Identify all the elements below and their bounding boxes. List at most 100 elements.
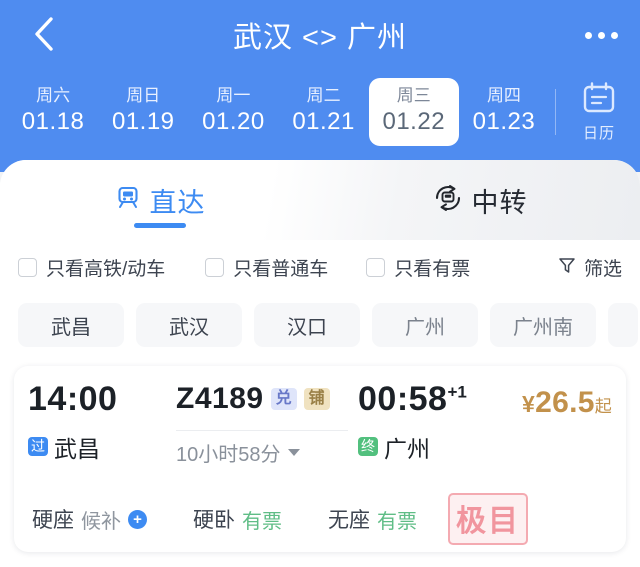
- train-icon: [115, 185, 141, 216]
- date-weekday: 周日: [126, 85, 161, 105]
- tab-direct[interactable]: 直达: [0, 160, 320, 240]
- train-result-card[interactable]: 14:00 过 武昌 Z4189 兑 铺 10小时58分 00:58+1 终 广…: [14, 366, 626, 552]
- nav-bar: 武汉 <> 广州: [0, 0, 640, 68]
- station-chip-0[interactable]: 武昌: [18, 303, 124, 347]
- seat-label: 硬座: [32, 509, 74, 532]
- duration-dropdown[interactable]: 10小时58分: [176, 430, 348, 467]
- date-value: 01.20: [202, 107, 265, 135]
- date-weekday: 周二: [306, 85, 341, 105]
- checkbox-box[interactable]: [205, 257, 225, 277]
- station-chip-2[interactable]: 汉口: [254, 303, 360, 347]
- seat-availability-row: 硬座 候补 + 硬卧 有票 无座 有票 极目: [28, 493, 612, 545]
- seat-standing[interactable]: 无座 有票: [328, 504, 417, 534]
- date-cell-1[interactable]: 周日 01.19: [98, 78, 188, 146]
- price-value: 26.5: [535, 386, 595, 419]
- arrival-time: 00:58+1: [358, 380, 508, 418]
- train-number-line: Z4189 兑 铺: [176, 382, 330, 416]
- more-horizontal-icon-dot: [598, 31, 605, 39]
- app-header: 武汉 <> 广州 周六 01.18 周日 01.19 周一 01.20 周二 0…: [0, 0, 640, 172]
- terminus-badge: 终: [358, 436, 378, 457]
- date-weekday: 周三: [396, 85, 431, 105]
- seat-label: 硬卧: [193, 509, 235, 532]
- checkbox-highspeed[interactable]: 只看高铁/动车: [18, 254, 165, 281]
- duration-text: 10小时58分: [176, 444, 281, 466]
- calendar-icon: [580, 81, 618, 120]
- date-strip: 周六 01.18 周日 01.19 周一 01.20 周二 01.21 周三 0…: [0, 66, 640, 158]
- date-cell-4-selected[interactable]: 周三 01.22: [368, 77, 459, 147]
- seat-status: 候补: [81, 510, 121, 533]
- pass-through-badge: 过: [28, 436, 48, 457]
- funnel-icon: [557, 255, 577, 280]
- plus-circle-icon[interactable]: +: [128, 509, 147, 529]
- date-list: 周六 01.18 周日 01.19 周一 01.20 周二 01.21 周三 0…: [0, 77, 549, 147]
- arrival-time-value: 00:58: [358, 380, 448, 418]
- station-chip-1[interactable]: 武汉: [136, 303, 242, 347]
- checkbox-box[interactable]: [18, 257, 37, 277]
- arrival-day-offset: +1: [447, 382, 467, 402]
- train-number: Z4189: [176, 382, 264, 415]
- filter-button[interactable]: 筛选: [557, 254, 622, 281]
- departure-station: 武昌: [54, 435, 100, 462]
- train-summary-row: 14:00 过 武昌 Z4189 兑 铺 10小时58分 00:58+1 终 广…: [28, 380, 612, 467]
- checkbox-label: 只看高铁/动车: [46, 258, 166, 280]
- date-value: 01.23: [472, 107, 536, 135]
- station-chip-4[interactable]: 广州南: [490, 303, 596, 347]
- calendar-button[interactable]: 日历: [558, 81, 640, 143]
- date-value: 01.22: [382, 107, 446, 135]
- date-cell-0[interactable]: 周六 01.18: [8, 78, 98, 146]
- date-cell-5[interactable]: 周四 01.23: [459, 78, 549, 146]
- exchange-badge: 兑: [270, 387, 297, 411]
- checkbox-available-only[interactable]: 只看有票: [366, 254, 470, 281]
- tab-transfer-label: 中转: [471, 187, 528, 218]
- trip-type-tabs: 直达 中转: [0, 160, 640, 240]
- seat-status: 有票: [377, 510, 417, 533]
- ticket-price: ¥26.5起: [522, 386, 612, 420]
- departure-station-line: 过 武昌: [28, 430, 176, 464]
- calendar-label: 日历: [582, 125, 615, 142]
- departure-time: 14:00: [28, 380, 118, 418]
- checkbox-label: 只看有票: [394, 258, 471, 280]
- price-column: ¥26.5起: [508, 382, 612, 420]
- checkbox-box[interactable]: [366, 257, 386, 277]
- tab-transfer[interactable]: 中转: [320, 160, 640, 240]
- train-info-column: Z4189 兑 铺 10小时58分: [176, 382, 358, 467]
- price-suffix: 起: [594, 397, 612, 416]
- more-options-button[interactable]: [585, 18, 618, 52]
- page-title: 武汉 <> 广州: [233, 22, 407, 54]
- more-horizontal-icon-dot: [611, 31, 618, 39]
- date-weekday: 周六: [36, 85, 71, 105]
- station-chip-row: 武昌 武汉 汉口 广州 广州南: [0, 294, 640, 356]
- checkbox-normal-train[interactable]: 只看普通车: [205, 254, 328, 281]
- arrival-column: 00:58+1 终 广州: [358, 380, 508, 464]
- sleeper-badge: 铺: [303, 387, 330, 411]
- date-value: 01.21: [292, 107, 355, 135]
- checkbox-label: 只看普通车: [233, 258, 329, 280]
- chevron-down-icon: [287, 449, 300, 456]
- date-value: 01.18: [21, 107, 85, 135]
- station-chip-3[interactable]: 广州: [372, 303, 478, 347]
- more-horizontal-icon-dot: [585, 31, 592, 39]
- arrival-station-line: 终 广州: [358, 430, 508, 464]
- date-cell-3[interactable]: 周二 01.21: [279, 78, 369, 146]
- tab-active-indicator: [134, 223, 186, 228]
- arrival-station: 广州: [384, 435, 430, 462]
- date-cell-2[interactable]: 周一 01.20: [188, 78, 278, 146]
- date-weekday: 周一: [216, 85, 251, 105]
- tab-direct-label: 直达: [149, 187, 206, 218]
- seat-label: 无座: [328, 509, 370, 532]
- results-sheet: 直达 中转 只看高铁/动车 只看普通车 只看有票 筛选 武昌 武汉 汉口 广州 …: [0, 160, 640, 567]
- station-chip-overflow[interactable]: [608, 303, 638, 347]
- date-weekday: 周四: [486, 85, 521, 105]
- train-transfer-icon: [433, 183, 463, 218]
- filter-label: 筛选: [583, 258, 622, 280]
- filter-checkbox-row: 只看高铁/动车 只看普通车 只看有票 筛选: [0, 240, 640, 294]
- currency-symbol: ¥: [522, 391, 536, 417]
- seat-status: 有票: [242, 510, 282, 533]
- source-watermark: 极目: [448, 493, 528, 545]
- date-value: 01.19: [111, 107, 175, 135]
- train-search-screen: 武汉 <> 广州 周六 01.18 周日 01.19 周一 01.20 周二 0…: [0, 0, 640, 567]
- departure-column: 14:00 过 武昌: [28, 380, 176, 464]
- divider: [555, 89, 556, 135]
- seat-hard-seat[interactable]: 硬座 候补 +: [32, 504, 147, 534]
- seat-hard-sleeper[interactable]: 硬卧 有票: [193, 504, 282, 534]
